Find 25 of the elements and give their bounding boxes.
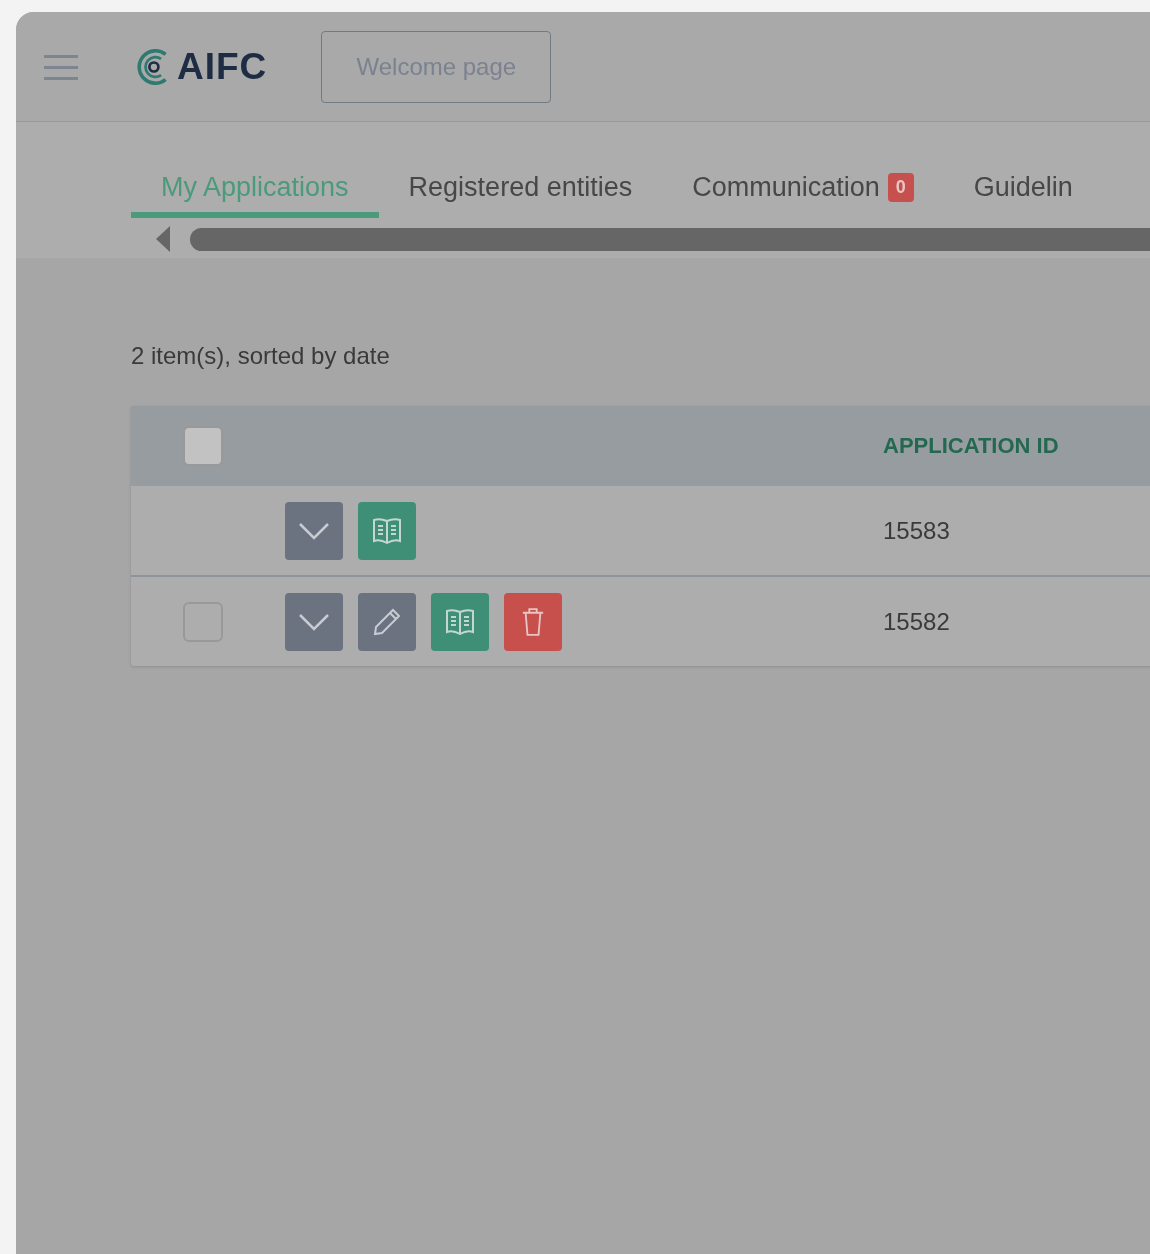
- logo-text: AIFC: [177, 45, 268, 88]
- edit-button[interactable]: [358, 592, 416, 651]
- table-cell: 15583: [883, 516, 950, 544]
- tab[interactable]: Communication 0: [662, 162, 944, 218]
- trash-icon: [521, 606, 545, 637]
- book-icon: [444, 606, 476, 637]
- table-cell: 15582: [883, 607, 950, 635]
- tab[interactable]: Registered entities: [378, 162, 663, 218]
- view-button[interactable]: [358, 501, 416, 560]
- expand-button[interactable]: [285, 592, 343, 651]
- delete-button[interactable]: [504, 592, 562, 651]
- column-header: APPLICATION ID: [883, 433, 1059, 458]
- count-badge: 0: [887, 172, 914, 202]
- scrollbar-thumb[interactable]: [190, 227, 1150, 251]
- view-button[interactable]: [431, 592, 489, 651]
- results-summary: 2 item(s), sorted by date: [131, 342, 391, 370]
- expand-button[interactable]: [285, 501, 343, 560]
- pencil-icon: [372, 606, 402, 637]
- menu-icon[interactable]: [44, 52, 78, 81]
- chevron-down-icon: [298, 521, 330, 540]
- tab[interactable]: Guidelin: [943, 162, 1103, 218]
- chevron-down-icon: [298, 612, 330, 631]
- book-icon: [371, 515, 403, 546]
- scroll-left-icon[interactable]: [156, 226, 170, 252]
- select-all-checkbox[interactable]: [183, 426, 223, 466]
